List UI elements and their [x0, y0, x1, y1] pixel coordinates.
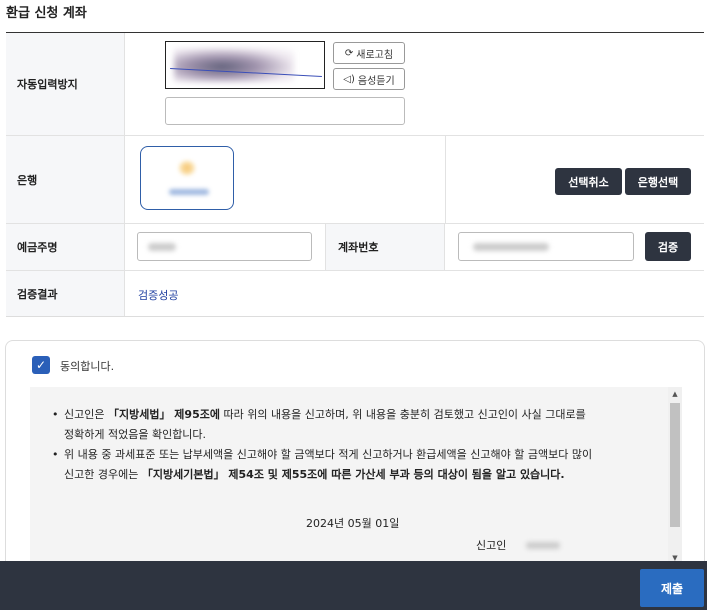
captcha-audio-button[interactable]: ◁) 음성듣기	[333, 68, 405, 90]
reporter-label: 신고인	[476, 539, 507, 552]
captcha-refresh-button[interactable]: ⟳ 새로고침	[333, 42, 405, 64]
account-label: 계좌번호	[325, 224, 445, 270]
terms-item: • 위 내용 중 과세표준 또는 납부세액을 신고해야 할 금액보다 적게 신고…	[52, 445, 642, 485]
speaker-icon: ◁)	[343, 73, 355, 85]
bank-cell: 선택취소 은행선택	[125, 136, 704, 223]
account-number-masked	[473, 243, 549, 251]
terms-content: • 신고인은 「지방세법」 제95조에 따라 위의 내용을 신고하며, 위 내용…	[52, 405, 642, 485]
captcha-cell: ⟳ 새로고침 ◁) 음성듣기	[125, 33, 704, 135]
bank-label: 은행	[6, 136, 125, 223]
agree-checkbox[interactable]: ✓	[32, 356, 50, 374]
captcha-refresh-label: 새로고침	[356, 49, 394, 61]
captcha-obscured-text	[174, 48, 294, 82]
refund-account-form: 자동입력방지 ⟳ 새로고침 ◁) 음성듣기 은행 선택취소 은행선택 예금주명 …	[6, 33, 704, 317]
bank-cancel-button[interactable]: 선택취소	[555, 168, 622, 195]
scroll-up-icon[interactable]: ▲	[668, 387, 682, 401]
bullet-dot: •	[52, 408, 59, 421]
bank-select-button[interactable]: 은행선택	[625, 168, 691, 195]
result-cell: 검증성공	[125, 271, 704, 316]
bank-name-obscured	[169, 189, 209, 195]
account-number-input[interactable]	[458, 232, 634, 261]
verification-result: 검증성공	[138, 289, 179, 302]
footer-bar: 제출	[0, 561, 707, 610]
bank-logo	[179, 161, 195, 175]
scroll-thumb[interactable]	[670, 403, 680, 527]
terms-item-text: 신고인은 「지방세법」 제95조에 따라 위의 내용을 신고하며, 위 내용을 …	[64, 408, 586, 441]
agree-label: 동의합니다.	[60, 360, 115, 373]
reporter-name-masked	[526, 542, 560, 549]
terms-item: • 신고인은 「지방세법」 제95조에 따라 위의 내용을 신고하며, 위 내용…	[52, 405, 642, 445]
selected-bank-card[interactable]	[140, 146, 234, 210]
holder-name-input[interactable]	[137, 232, 312, 261]
result-label: 검증결과	[6, 271, 125, 316]
terms-date: 2024년 05월 01일	[306, 517, 400, 530]
holder-label: 예금주명	[6, 224, 125, 270]
captcha-image	[165, 41, 325, 89]
holder-account-row: 예금주명 계좌번호 검증	[6, 224, 704, 271]
bullet-dot: •	[52, 448, 59, 461]
bank-cell-divider	[445, 136, 446, 223]
holder-name-masked	[148, 243, 176, 251]
captcha-label: 자동입력방지	[6, 33, 125, 135]
refresh-icon: ⟳	[344, 47, 354, 59]
bank-row: 은행 선택취소 은행선택	[6, 136, 704, 224]
check-icon: ✓	[35, 358, 47, 372]
account-verify-button[interactable]: 검증	[645, 232, 691, 261]
terms-scrollbar[interactable]: ▲ ▼	[668, 387, 682, 565]
section-title: 환급 신청 계좌	[6, 6, 87, 21]
captcha-input[interactable]	[165, 97, 405, 125]
captcha-row: 자동입력방지 ⟳ 새로고침 ◁) 음성듣기	[6, 33, 704, 136]
submit-button[interactable]: 제출	[640, 569, 704, 607]
captcha-audio-label: 음성듣기	[357, 75, 395, 87]
result-row: 검증결과 검증성공	[6, 271, 704, 316]
holder-account-cell: 계좌번호 검증	[125, 224, 704, 270]
terms-item-text: 위 내용 중 과세표준 또는 납부세액을 신고해야 할 금액보다 적게 신고하거…	[64, 448, 593, 481]
terms-scroll-area[interactable]: • 신고인은 「지방세법」 제95조에 따라 위의 내용을 신고하며, 위 내용…	[30, 387, 682, 565]
